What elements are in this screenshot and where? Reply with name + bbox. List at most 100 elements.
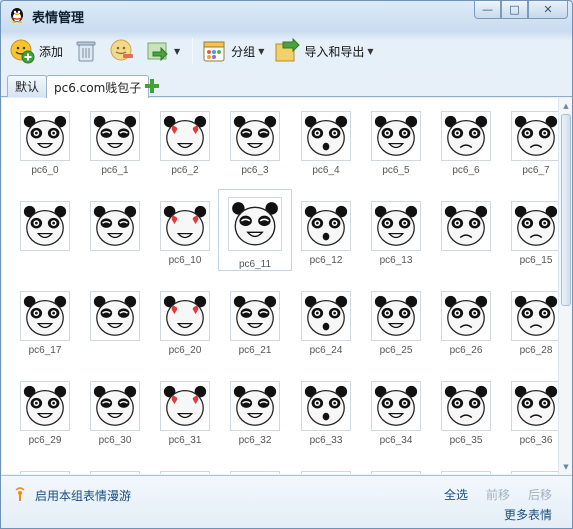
emoticon-label: pc6_10 bbox=[168, 255, 202, 266]
panda-emoticon-icon bbox=[160, 291, 210, 341]
panda-emoticon-icon bbox=[371, 471, 421, 474]
move-caret-icon: ▼ bbox=[174, 46, 181, 56]
emoticon-label: pc6_11 bbox=[238, 259, 272, 270]
vertical-scrollbar[interactable]: ▲ ▼ bbox=[558, 98, 572, 474]
group-icon bbox=[203, 41, 225, 62]
panda-emoticon-icon bbox=[230, 291, 280, 341]
panda-emoticon-icon bbox=[20, 111, 70, 161]
panda-emoticon-icon bbox=[20, 201, 70, 251]
emoticon-label: pc6_30 bbox=[98, 435, 132, 446]
roam-signal-icon bbox=[15, 487, 25, 501]
emoticon-grid: pc6_0 pc6_1 pc6_2 pc6_3 pc6_4 pc6_5 pc6_6 pc6_7… bbox=[2, 98, 558, 474]
emoticon-label: pc6_25 bbox=[379, 345, 413, 356]
group-caret-icon: ▼ bbox=[258, 46, 265, 56]
add-group-icon[interactable] bbox=[144, 78, 160, 94]
emoticon-label: pc6_4 bbox=[312, 165, 340, 176]
panda-emoticon-icon bbox=[20, 381, 70, 431]
emoticon-label: pc6_12 bbox=[309, 255, 343, 266]
panda-emoticon-icon bbox=[441, 471, 491, 474]
enable-roaming-link[interactable]: 启用本组表情漫游 bbox=[35, 487, 131, 504]
emoticon-label: pc6_21 bbox=[238, 345, 272, 356]
emoticon-label: pc6_31 bbox=[168, 435, 202, 446]
scroll-down-arrow-icon[interactable]: ▼ bbox=[560, 460, 572, 473]
import-export-label: 导入和导出 bbox=[304, 44, 365, 59]
group-button-label: 分组 bbox=[231, 44, 256, 59]
emoticon-label: pc6_33 bbox=[309, 435, 343, 446]
more-emoticons-link[interactable]: 更多表情 bbox=[504, 506, 552, 523]
title-bar[interactable]: 表情管理 — □ ✕ bbox=[1, 1, 572, 29]
qq-penguin-icon bbox=[11, 8, 23, 23]
emoticon-label: pc6_15 bbox=[519, 255, 553, 266]
panda-emoticon-icon bbox=[90, 291, 140, 341]
panda-emoticon-icon bbox=[230, 381, 280, 431]
emoticon-label: pc6_0 bbox=[31, 165, 59, 176]
group-button[interactable]: 分组 ▼ bbox=[201, 35, 264, 67]
emoticon-label: pc6_17 bbox=[28, 345, 62, 356]
emoticon-label: pc6_26 bbox=[449, 345, 483, 356]
import-export-caret-icon: ▼ bbox=[367, 46, 374, 56]
panda-emoticon-icon bbox=[160, 111, 210, 161]
maximize-button[interactable]: □ bbox=[501, 1, 528, 19]
emoticon-label: pc6_32 bbox=[238, 435, 272, 446]
panda-emoticon-icon bbox=[371, 291, 421, 341]
tab-pc6-jianbaozi[interactable]: pc6.com贱包子 bbox=[46, 75, 150, 98]
panda-emoticon-icon bbox=[301, 381, 351, 431]
group-tabs: 默认 pc6.com贱包子 bbox=[1, 73, 572, 98]
emoticon-label: pc6_2 bbox=[171, 165, 199, 176]
panda-emoticon-icon bbox=[441, 291, 491, 341]
scroll-thumb[interactable] bbox=[561, 114, 571, 306]
window-title: 表情管理 bbox=[32, 11, 85, 26]
minimize-button[interactable]: — bbox=[474, 1, 501, 19]
emoticon-label: pc6_35 bbox=[449, 435, 483, 446]
move-forward-link[interactable]: 前移 bbox=[486, 486, 510, 503]
panda-emoticon-icon bbox=[90, 111, 140, 161]
panda-emoticon-icon bbox=[441, 381, 491, 431]
move-emoticon-button[interactable]: ▼ bbox=[145, 35, 180, 67]
panda-emoticon-icon bbox=[441, 201, 491, 251]
delete-button[interactable] bbox=[73, 35, 99, 67]
emoticon-manager-window: 表情管理 — □ ✕ 添加 ▼ 分组 ▼ 导入和导出 ▼ 默认 pc6.com贱… bbox=[0, 0, 573, 529]
move-back-link[interactable]: 后移 bbox=[528, 486, 552, 503]
panda-emoticon-icon bbox=[371, 381, 421, 431]
close-button[interactable]: ✕ bbox=[528, 1, 568, 19]
footer-actions: 全选 前移 后移 bbox=[426, 486, 552, 503]
panda-emoticon-icon bbox=[230, 471, 280, 474]
toolbar: 添加 ▼ 分组 ▼ 导入和导出 ▼ bbox=[9, 33, 565, 69]
add-button[interactable]: 添加 bbox=[9, 35, 63, 67]
import-export-button[interactable]: 导入和导出 ▼ bbox=[274, 35, 374, 67]
panda-emoticon-icon bbox=[20, 291, 70, 341]
panda-emoticon-icon bbox=[371, 111, 421, 161]
panda-emoticon-icon bbox=[511, 291, 558, 341]
emoticon-label: pc6_28 bbox=[519, 345, 553, 356]
panda-emoticon-icon bbox=[90, 201, 140, 251]
edit-emoticon-button[interactable] bbox=[109, 35, 135, 67]
emoticon-label: pc6_36 bbox=[519, 435, 553, 446]
import-export-icon bbox=[275, 38, 301, 62]
edit-emoticon-icon bbox=[110, 39, 134, 61]
panda-emoticon-icon bbox=[90, 381, 140, 431]
panda-emoticon-icon bbox=[301, 291, 351, 341]
panda-emoticon-icon bbox=[20, 471, 70, 474]
select-all-link[interactable]: 全选 bbox=[444, 486, 468, 503]
panda-emoticon-icon bbox=[511, 201, 558, 251]
emoticon-label: pc6_5 bbox=[382, 165, 410, 176]
emoticon-label: pc6_1 bbox=[101, 165, 129, 176]
add-button-label: 添加 bbox=[39, 44, 64, 59]
scroll-up-arrow-icon[interactable]: ▲ bbox=[560, 99, 572, 112]
emoticon-label: pc6_24 bbox=[309, 345, 343, 356]
move-to-group-icon bbox=[147, 42, 168, 62]
panda-emoticon-icon bbox=[301, 201, 351, 251]
toolbar-separator bbox=[192, 38, 194, 64]
emoticon-label: pc6_6 bbox=[452, 165, 480, 176]
panda-emoticon-icon bbox=[160, 471, 210, 474]
panda-emoticon-icon bbox=[511, 111, 558, 161]
panda-emoticon-icon bbox=[371, 201, 421, 251]
panda-emoticon-icon bbox=[90, 471, 140, 474]
panda-emoticon-icon bbox=[301, 111, 351, 161]
emoticon-label: pc6_7 bbox=[522, 165, 550, 176]
tab-default[interactable]: 默认 bbox=[7, 75, 48, 97]
emoticon-label: pc6_3 bbox=[241, 165, 269, 176]
emoticon-label: pc6_13 bbox=[379, 255, 413, 266]
add-emoticon-icon bbox=[10, 39, 35, 64]
panda-emoticon-icon bbox=[511, 471, 558, 474]
